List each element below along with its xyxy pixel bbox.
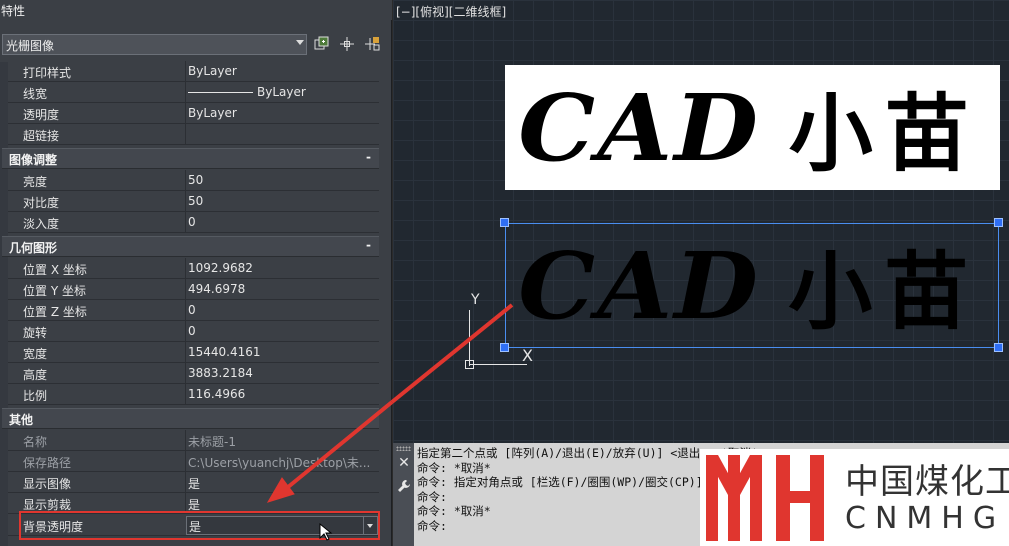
property-value: C:\Users\yuanchj\Desktop\未... — [188, 456, 371, 470]
property-row-save-path[interactable]: 保存路径 C:\Users\yuanchj\Desktop\未... — [8, 451, 379, 472]
property-label: 位置 Y 坐标 — [23, 284, 86, 298]
ucs-y-axis — [469, 310, 470, 366]
property-value: 是 — [188, 477, 201, 491]
property-value: 15440.4161 — [188, 345, 261, 359]
property-value: 0 — [188, 303, 196, 317]
section-title: 几何图形 — [9, 241, 58, 255]
section-misc[interactable]: 其他 — [2, 408, 379, 429]
watermark-logo-icon — [706, 455, 824, 541]
collapse-icon[interactable]: - — [366, 150, 371, 164]
wrench-icon[interactable] — [397, 479, 411, 493]
property-value — [188, 127, 378, 143]
property-row-position-z[interactable]: 位置 Z 坐标 0 — [8, 300, 379, 321]
property-row-transparency[interactable]: 透明度 ByLayer — [8, 103, 379, 124]
image-text-latin: CAD — [518, 231, 760, 340]
property-row-show-image[interactable]: 显示图像 是 — [8, 472, 379, 493]
ucs-origin-icon — [465, 360, 474, 369]
lineweight-sample — [188, 92, 253, 93]
property-label: 对比度 — [23, 196, 60, 210]
object-type-value: 光栅图像 — [6, 39, 55, 53]
property-label: 高度 — [23, 368, 48, 382]
property-value: ByLayer — [188, 106, 237, 120]
property-label: 宽度 — [23, 347, 48, 361]
section-title: 其他 — [9, 413, 34, 427]
property-label: 位置 Z 坐标 — [23, 305, 87, 319]
collapse-icon[interactable]: - — [366, 238, 371, 252]
select-objects-icon[interactable] — [338, 35, 356, 53]
close-icon[interactable]: ✕ — [397, 456, 411, 470]
ucs-x-label: X — [522, 346, 533, 365]
property-row-hyperlink[interactable]: 超链接 — [8, 124, 379, 145]
property-label: 超链接 — [23, 129, 60, 143]
property-label: 亮度 — [23, 175, 48, 189]
property-label: 名称 — [23, 435, 48, 449]
drag-handle-icon[interactable] — [396, 446, 411, 451]
property-value: 116.4966 — [188, 387, 246, 401]
property-value: 494.6978 — [188, 282, 246, 296]
property-row-position-y[interactable]: 位置 Y 坐标 494.6978 — [8, 279, 379, 300]
property-label: 线宽 — [23, 87, 48, 101]
viewport-controls[interactable]: [−][俯视][二维线框] — [396, 3, 506, 20]
property-row-name[interactable]: 名称 未标题-1 — [8, 430, 379, 451]
command-line-grip[interactable]: ✕ — [393, 443, 414, 546]
watermark: 中国煤化工 CNMHG — [700, 449, 1009, 546]
watermark-en-text: CNMHG — [845, 501, 1006, 536]
property-value: 0 — [188, 215, 196, 229]
section-title: 图像调整 — [9, 153, 58, 167]
palette-side-strip — [0, 62, 8, 546]
property-row-lineweight[interactable]: 线宽 ByLayer — [8, 82, 379, 103]
pickadd-toggle-icon[interactable] — [363, 35, 381, 53]
property-label: 旋转 — [23, 326, 48, 340]
grip-handle[interactable] — [500, 218, 509, 227]
image-text-latin: CAD — [518, 73, 761, 182]
property-value: ByLayer — [188, 85, 378, 101]
property-value: 3883.2184 — [188, 366, 253, 380]
section-image-adjust[interactable]: 图像调整 - — [2, 148, 379, 169]
ucs-x-axis — [469, 364, 527, 365]
property-value: ByLayer — [188, 64, 237, 78]
highlight-box — [19, 511, 380, 540]
property-label: 比例 — [23, 389, 48, 403]
raster-image-original[interactable]: CAD 小苗 — [505, 65, 1000, 190]
quick-select-icon[interactable] — [313, 35, 331, 53]
image-text-cn: 小苗 — [788, 85, 981, 183]
ucs-y-label: Y — [471, 292, 480, 308]
property-label: 打印样式 — [23, 66, 72, 80]
property-label: 透明度 — [23, 108, 60, 122]
grip-handle[interactable] — [994, 343, 1003, 352]
watermark-cn-text: 中国煤化工 — [845, 462, 1009, 502]
property-row-width[interactable]: 宽度 15440.4161 — [8, 342, 379, 363]
property-label: 位置 X 坐标 — [23, 263, 87, 277]
property-row-contrast[interactable]: 对比度 50 — [8, 191, 379, 212]
property-label: 淡入度 — [23, 217, 60, 231]
chevron-down-icon — [296, 40, 304, 45]
property-row-fade[interactable]: 淡入度 0 — [8, 212, 379, 233]
property-value: 0 — [188, 324, 196, 338]
object-type-dropdown[interactable]: 光栅图像 — [2, 34, 307, 55]
property-row-height[interactable]: 高度 3883.2184 — [8, 363, 379, 384]
property-value: 50 — [188, 194, 204, 208]
property-label: 显示剪裁 — [23, 498, 72, 512]
property-row-position-x[interactable]: 位置 X 坐标 1092.9682 — [8, 258, 379, 279]
property-row-brightness[interactable]: 亮度 50 — [8, 170, 379, 191]
property-label: 显示图像 — [23, 477, 72, 491]
grip-handle[interactable] — [500, 343, 509, 352]
property-value: 是 — [188, 498, 201, 512]
properties-palette: 特性 光栅图像 打印样式 ByLayer 线宽 ByLayer 透明度 ByLa… — [0, 0, 392, 546]
raster-image-selected[interactable]: CAD 小苗 — [505, 223, 999, 348]
image-text-cn: 小苗 — [788, 243, 981, 341]
property-value: 50 — [188, 173, 204, 187]
property-value: 未标题-1 — [188, 435, 236, 449]
property-label: 保存路径 — [23, 456, 72, 470]
property-row-rotation[interactable]: 旋转 0 — [8, 321, 379, 342]
property-row-scale[interactable]: 比例 116.4966 — [8, 384, 379, 405]
grip-handle[interactable] — [994, 218, 1003, 227]
section-geometry[interactable]: 几何图形 - — [2, 236, 379, 257]
palette-title: 特性 — [0, 0, 392, 20]
property-row-plotstyle[interactable]: 打印样式 ByLayer — [8, 61, 379, 82]
property-value: 1092.9682 — [188, 261, 253, 275]
